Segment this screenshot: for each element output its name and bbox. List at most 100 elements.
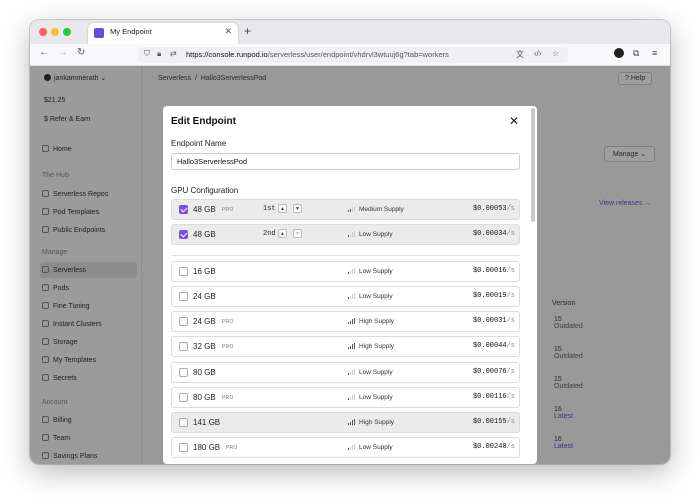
supply-bars-low-icon	[348, 268, 356, 274]
price-unit: /s	[506, 317, 515, 325]
forward-arrow-icon[interactable]: →	[58, 47, 68, 58]
reload-icon[interactable]: ↻	[77, 47, 85, 58]
gpu-memory: 48 GB	[193, 205, 216, 214]
close-tab-icon[interactable]: ✕	[224, 26, 232, 37]
gpu-supply: Low Supply	[359, 369, 393, 376]
pro-badge: PRO	[222, 395, 234, 401]
new-tab-icon[interactable]: +	[244, 24, 251, 38]
gpu-price: $0.00076/s	[473, 368, 515, 376]
edit-endpoint-modal: Edit Endpoint ✕ Endpoint Name GPU Config…	[163, 106, 537, 464]
gpu-option[interactable]: 180 GB PRO Low Supply $0.00240/s	[171, 437, 520, 458]
gpu-checkbox[interactable]	[179, 205, 188, 214]
price-unit: /s	[506, 443, 515, 451]
gpu-supply: Low Supply	[359, 293, 393, 300]
gpu-supply: High Supply	[359, 419, 395, 426]
pro-badge: PRO	[222, 207, 234, 213]
browser-tab[interactable]: My Endpoint ✕	[88, 23, 238, 44]
supply-bars-low-icon	[348, 444, 356, 450]
gpu-checkbox[interactable]	[179, 368, 188, 377]
price-value: $0.00034	[472, 230, 507, 238]
price-value: $0.00031	[472, 317, 507, 325]
gpu-checkbox[interactable]	[179, 292, 188, 301]
gpu-price: $0.00155/s	[473, 418, 515, 426]
endpoint-name-label: Endpoint Name	[171, 139, 227, 148]
close-icon[interactable]: ✕	[509, 114, 519, 128]
bookmark-star-icon[interactable]: ☆	[552, 49, 559, 58]
gpu-supply: Low Supply	[359, 394, 393, 401]
price-unit: /s	[506, 368, 515, 376]
navigation-bar: ← → ↻ ⛉ 🔒︎ ⇄ https://console.runpod.io/s…	[30, 44, 670, 66]
gpu-supply: Medium Supply	[359, 206, 404, 213]
priority-up-icon[interactable]: ▲	[278, 204, 287, 213]
gpu-memory: 48 GB	[193, 230, 216, 239]
gpu-option[interactable]: 32 GB PRO High Supply $0.00044/s	[171, 336, 520, 357]
price-value: $0.00155	[472, 418, 507, 426]
priority-up-icon[interactable]: ▲	[278, 229, 287, 238]
gpu-price: $0.00034/s	[473, 230, 515, 238]
gpu-memory: 16 GB	[193, 267, 216, 276]
price-unit: /s	[506, 393, 515, 401]
gpu-checkbox[interactable]	[179, 317, 188, 326]
modal-title: Edit Endpoint	[171, 116, 236, 127]
shield-icon[interactable]: ⛉	[144, 49, 150, 59]
gpu-checkbox[interactable]	[179, 418, 188, 427]
modal-scrollbar[interactable]	[531, 108, 535, 222]
gpu-option[interactable]: 16 GB Low Supply $0.00016/s	[171, 261, 520, 282]
browser-window: My Endpoint ✕ + ← → ↻ ⛉ 🔒︎ ⇄ https://con…	[30, 20, 670, 464]
address-bar[interactable]: ⛉ 🔒︎ ⇄ https://console.runpod.io/serverl…	[138, 47, 568, 63]
price-unit: /s	[506, 292, 515, 300]
supply-bars-high-icon	[348, 419, 356, 425]
gpu-checkbox[interactable]	[179, 443, 188, 452]
close-window-button[interactable]	[39, 28, 47, 36]
gpu-price: $0.00240/s	[473, 443, 515, 451]
priority-down-icon[interactable]: ▼	[293, 204, 302, 213]
menu-icon[interactable]: ≡	[652, 48, 657, 58]
url-text[interactable]: https://console.runpod.io/serverless/use…	[186, 50, 449, 59]
profile-icon[interactable]	[614, 48, 624, 58]
gpu-checkbox[interactable]	[179, 267, 188, 276]
minimize-window-button[interactable]	[51, 28, 59, 36]
gpu-option[interactable]: 24 GB Low Supply $0.00019/s	[171, 286, 520, 307]
gpu-option[interactable]: 80 GB PRO Low Supply $0.00116/s	[171, 387, 520, 408]
lock-icon[interactable]: 🔒︎	[157, 49, 161, 59]
gpu-option[interactable]: 80 GB Low Supply $0.00076/s	[171, 362, 520, 383]
price-unit: /s	[506, 418, 515, 426]
code-icon[interactable]: ‹/›	[534, 49, 542, 58]
translate-icon[interactable]: 文	[516, 49, 524, 60]
gpu-option[interactable]: 24 GB PRO High Supply $0.00031/s	[171, 311, 520, 332]
tab-title: My Endpoint	[110, 27, 152, 36]
back-arrow-icon[interactable]: ←	[39, 47, 49, 58]
gpu-memory: 141 GB	[193, 418, 221, 427]
price-value: $0.00076	[472, 368, 507, 376]
gpu-config-label: GPU Configuration	[171, 186, 239, 195]
permissions-icon[interactable]: ⇄	[170, 49, 177, 58]
price-value: $0.00044	[472, 342, 507, 350]
maximize-window-button[interactable]	[63, 28, 71, 36]
supply-bars-high-icon	[348, 343, 356, 349]
gpu-option[interactable]: 141 GB High Supply $0.00155/s	[171, 412, 520, 433]
gpu-checkbox[interactable]	[179, 230, 188, 239]
gpu-price: $0.00044/s	[473, 342, 515, 350]
gpu-price: $0.00116/s	[473, 393, 515, 401]
gpu-memory: 180 GB	[193, 443, 221, 452]
supply-bars-low-icon	[348, 231, 356, 237]
price-value: $0.00016	[472, 267, 507, 275]
gpu-option-selected[interactable]: 48 GB PRO 1st ▲ ▼ Medium Supply $0.00053…	[171, 199, 520, 220]
gpu-price: $0.00016/s	[473, 267, 515, 275]
gpu-supply: Low Supply	[359, 268, 393, 275]
gpu-memory: 24 GB	[193, 317, 216, 326]
price-value: $0.00019	[472, 292, 507, 300]
gpu-checkbox[interactable]	[179, 342, 188, 351]
runpod-favicon-icon	[94, 28, 104, 38]
priority-down-icon[interactable]: ▼	[293, 229, 302, 238]
gpu-option-selected[interactable]: 48 GB 2nd ▲ ▼ Low Supply $0.00034/s	[171, 224, 520, 245]
extensions-icon[interactable]: ⧉	[633, 48, 639, 59]
gpu-memory: 24 GB	[193, 292, 216, 301]
endpoint-name-input[interactable]	[171, 153, 520, 170]
gpu-checkbox[interactable]	[179, 393, 188, 402]
supply-bars-low-icon	[348, 293, 356, 299]
gpu-price: $0.00019/s	[473, 292, 515, 300]
gpu-supply: High Supply	[359, 343, 395, 350]
price-unit: /s	[506, 267, 515, 275]
price-unit: /s	[506, 230, 515, 238]
